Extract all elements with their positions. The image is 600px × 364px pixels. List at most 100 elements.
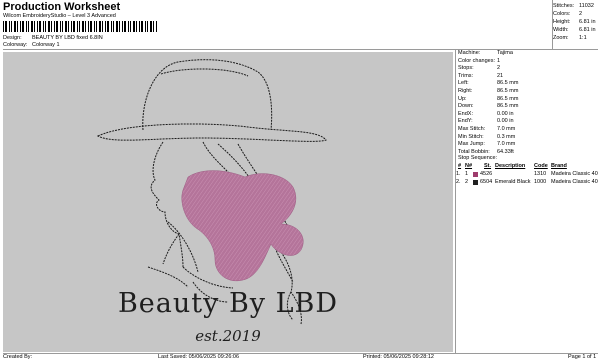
machine-value: 86.5 mm bbox=[497, 103, 519, 110]
machine-label: Stops: bbox=[458, 65, 474, 72]
row-brand: Madeira Classic 40 bbox=[551, 171, 598, 177]
stat-row: Height: 6.81 in bbox=[553, 18, 598, 26]
stat-row: Width: 6.81 in bbox=[553, 26, 598, 34]
machine-row: EndY: 0.00 in bbox=[458, 118, 598, 126]
machine-row: Trims: 21 bbox=[458, 73, 598, 81]
color-swatch bbox=[473, 172, 478, 177]
machine-value: Tajima bbox=[497, 50, 513, 56]
machine-label: Down: bbox=[458, 103, 474, 110]
col-description-header: Description bbox=[495, 163, 526, 169]
design-row: Design: BEAUTY BY LBD fixed 6.8IN bbox=[3, 35, 103, 41]
row-stitches: 1000 bbox=[534, 179, 547, 185]
stat-value: 6.81 in bbox=[579, 19, 596, 25]
stat-label: Height: bbox=[553, 19, 571, 25]
stat-label: Zoom: bbox=[553, 35, 569, 41]
machine-value: 86.5 mm bbox=[497, 87, 519, 94]
row-num: 2. bbox=[456, 179, 461, 185]
stop-sequence-label: Stop Sequence: bbox=[458, 155, 498, 161]
stats-divider bbox=[552, 0, 553, 49]
machine-label: Max Jump: bbox=[458, 141, 485, 148]
machine-row: Down: 86.5 mm bbox=[458, 103, 598, 111]
row-code: 6504 bbox=[480, 179, 493, 185]
stat-label: Stitches: bbox=[553, 3, 575, 9]
machine-row: Machine: Tajima bbox=[458, 50, 598, 58]
brand-text: Beauty By LBD bbox=[117, 288, 339, 319]
machine-value: 2 bbox=[497, 65, 501, 72]
design-label: Design: bbox=[3, 35, 22, 41]
row-needle: 2 bbox=[465, 179, 469, 185]
stop-sequence-table: # N# St. Description Code Brand 1. 1 452… bbox=[455, 163, 598, 187]
machine-value: 7.0 mm bbox=[497, 125, 516, 132]
machine-label: Up: bbox=[458, 95, 467, 102]
page-number: Page 1 of 1 bbox=[568, 354, 597, 360]
machine-row: Right: 86.5 mm bbox=[458, 88, 598, 96]
col-st-header: St. bbox=[484, 163, 492, 169]
col-brand-header: Brand bbox=[551, 163, 567, 169]
row-description: Emerald Black bbox=[495, 179, 531, 185]
worksheet-title: Production Worksheet bbox=[3, 1, 121, 13]
fill-stitches bbox=[181, 170, 304, 282]
machine-value: 86.5 mm bbox=[497, 80, 519, 87]
row-needle: 1 bbox=[465, 171, 469, 177]
row-stitches: 1310 bbox=[534, 171, 547, 177]
machine-row: Min Stitch: 0.3 mm bbox=[458, 134, 598, 142]
machine-value: 0.00 in bbox=[497, 110, 514, 117]
machine-label: Min Stitch: bbox=[458, 133, 484, 140]
created-by: Created By: bbox=[3, 354, 33, 360]
stat-row: Colors: 2 bbox=[553, 10, 598, 18]
machine-label: Right: bbox=[458, 87, 473, 94]
design-value: BEAUTY BY LBD fixed 6.8IN bbox=[32, 35, 103, 41]
color-swatch bbox=[473, 180, 478, 185]
barcode bbox=[3, 21, 157, 32]
col-num-header: # bbox=[458, 163, 462, 169]
machine-row: Max Stitch: 7.0 mm bbox=[458, 126, 598, 134]
design-stats: Stitches: 11032 Colors: 2 Height: 6.81 in W… bbox=[553, 2, 598, 42]
machine-label: Left: bbox=[458, 80, 469, 87]
machine-row: Up: 86.5 mm bbox=[458, 96, 598, 104]
footer: Created By: Last Saved: 05/06/2025 09:26… bbox=[3, 354, 598, 363]
machine-row: Max Jump: 7.0 mm bbox=[458, 141, 598, 149]
machine-value: 0.00 in bbox=[497, 118, 514, 125]
machine-label: Trims: bbox=[458, 72, 474, 79]
canvas-divider bbox=[455, 49, 456, 353]
stat-value: 1:1 bbox=[579, 35, 587, 41]
machine-row: EndX: 0.00 in bbox=[458, 111, 598, 119]
software-subtitle: Wilcom EmbroideryStudio – Level 3 Advanc… bbox=[3, 13, 116, 19]
machine-value: 7.0 mm bbox=[497, 141, 516, 148]
est-text: est.2019 bbox=[195, 327, 261, 345]
printed-date: Printed: 05/06/2025 09:28:12 bbox=[363, 354, 434, 360]
machine-row: Stops: 2 bbox=[458, 65, 598, 73]
stat-label: Width: bbox=[553, 27, 569, 33]
machine-value: 0.3 mm bbox=[497, 133, 516, 140]
machine-label: EndX: bbox=[458, 110, 473, 117]
stat-value: 11032 bbox=[579, 3, 594, 9]
stat-row: Stitches: 11032 bbox=[553, 2, 598, 10]
row-code: 4526 bbox=[480, 171, 493, 177]
col-n-header: N# bbox=[465, 163, 473, 169]
row-brand: Madeira Classic 40 bbox=[551, 179, 598, 185]
machine-value: 1 bbox=[497, 57, 501, 64]
colorway-value: Colorway 1 bbox=[32, 42, 60, 48]
machine-label: EndY: bbox=[458, 118, 473, 125]
table-row: 2. 2 6504 Emerald Black 1000 Madeira Cla… bbox=[455, 179, 598, 187]
machine-row: Color changes: 1 bbox=[458, 58, 598, 66]
stat-value: 2 bbox=[579, 11, 583, 17]
stat-value: 6.81 in bbox=[579, 27, 596, 33]
machine-value: 21 bbox=[497, 72, 504, 79]
machine-info: Machine: Tajima Color changes: 1 Stops: 2 Trim… bbox=[458, 50, 598, 156]
colorway-row: Colorway: Colorway 1 bbox=[3, 42, 60, 48]
table-header: # N# St. Description Code Brand bbox=[455, 163, 598, 171]
stat-row: Zoom: 1:1 bbox=[553, 34, 598, 42]
row-num: 1. bbox=[456, 171, 461, 177]
colorway-label: Colorway: bbox=[3, 42, 28, 48]
stat-label: Colors: bbox=[553, 11, 571, 17]
machine-value: 86.5 mm bbox=[497, 95, 519, 102]
design-preview-canvas: Beauty By LBD est.2019 bbox=[3, 52, 453, 352]
last-saved: Last Saved: 05/06/2025 09:26:06 bbox=[158, 354, 240, 360]
table-row: 1. 1 4526 1310 Madeira Classic 40 bbox=[455, 171, 598, 179]
machine-label: Color changes: bbox=[458, 57, 495, 64]
machine-row: Left: 86.5 mm bbox=[458, 80, 598, 88]
machine-value: 64.33ft bbox=[497, 148, 514, 155]
machine-label: Machine: bbox=[458, 50, 481, 56]
col-code-header: Code bbox=[534, 163, 548, 169]
